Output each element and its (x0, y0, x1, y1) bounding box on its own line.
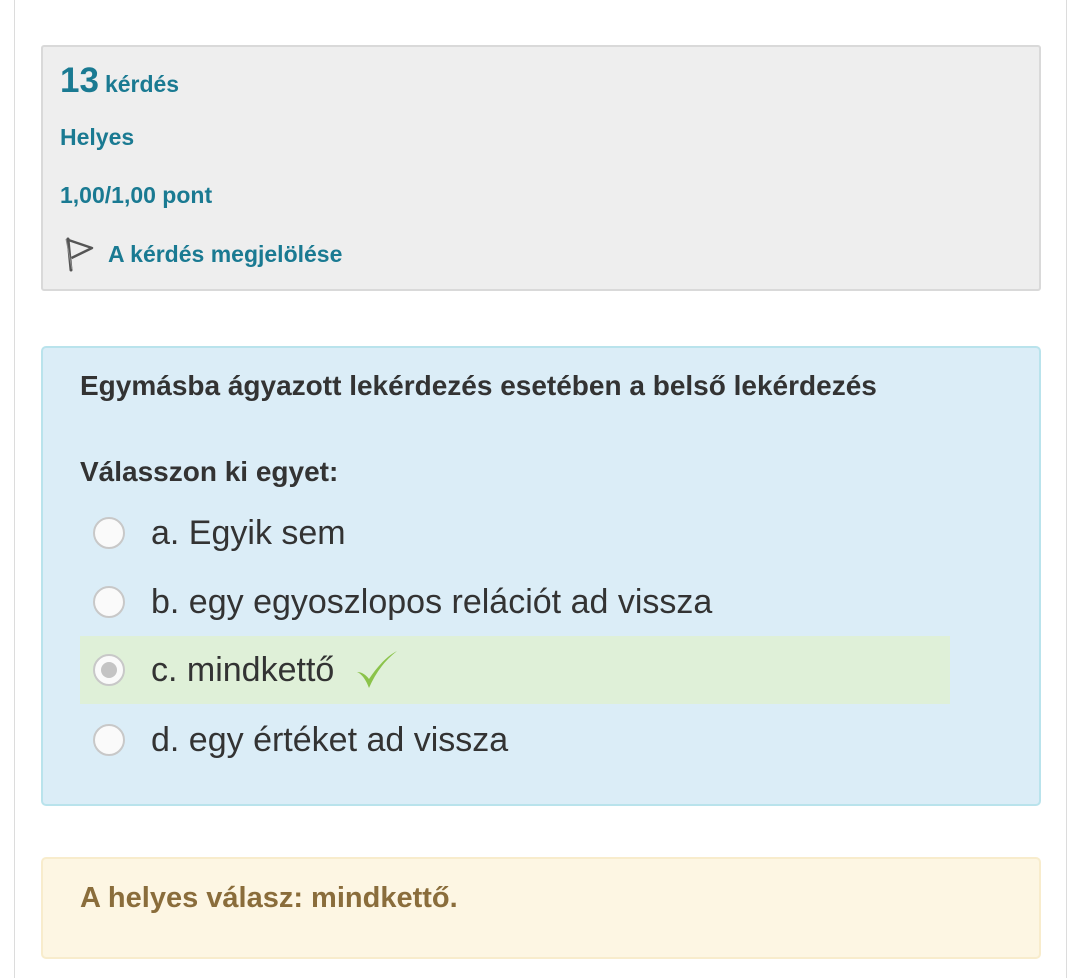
question-number-heading: 13 kérdés (60, 61, 179, 101)
radio-selected-dot (101, 662, 117, 678)
answer-prompt: Válasszon ki egyet: (80, 456, 339, 487)
answer-label-a: a. Egyik sem (151, 513, 346, 552)
answer-radio-a[interactable] (93, 517, 125, 549)
question-state: Helyes (60, 124, 135, 150)
answer-label-b: b. egy egyoszlopos relációt ad vissza (151, 582, 713, 621)
check-icon (357, 651, 398, 688)
right-answer-text: A helyes válasz: mindkettő. (80, 882, 458, 914)
question-grade: 1,00/1,00 pont (60, 182, 213, 208)
feedback-panel: A helyes válasz: mindkettő. (41, 857, 1041, 959)
answer-option-b[interactable]: b. egy egyoszlopos relációt ad vissza (80, 568, 950, 636)
question-number: 13 (60, 61, 99, 100)
flag-question-label: A kérdés megjelölése (108, 240, 343, 267)
answer-option-d[interactable]: d. egy értéket ad vissza (80, 706, 950, 774)
flag-question-link[interactable]: A kérdés megjelölése (62, 234, 342, 274)
question-info-panel: 13 kérdés Helyes 1,00/1,00 pont A kérdés … (41, 45, 1041, 291)
question-text: Egymásba ágyazott lekérdezés esetében a … (80, 370, 877, 401)
answer-radio-c[interactable] (93, 654, 125, 686)
answer-radio-d[interactable] (93, 724, 125, 756)
flag-icon (62, 236, 96, 272)
answer-option-c[interactable]: c. mindkettő (80, 636, 950, 704)
answer-option-a[interactable]: a. Egyik sem (80, 499, 950, 567)
answer-label-d: d. egy értéket ad vissza (151, 720, 509, 759)
answer-label-c: c. mindkettő (151, 650, 335, 689)
answer-radio-b[interactable] (93, 586, 125, 618)
question-content-panel: Egymásba ágyazott lekérdezés esetében a … (41, 346, 1041, 806)
question-label: kérdés (104, 71, 180, 97)
